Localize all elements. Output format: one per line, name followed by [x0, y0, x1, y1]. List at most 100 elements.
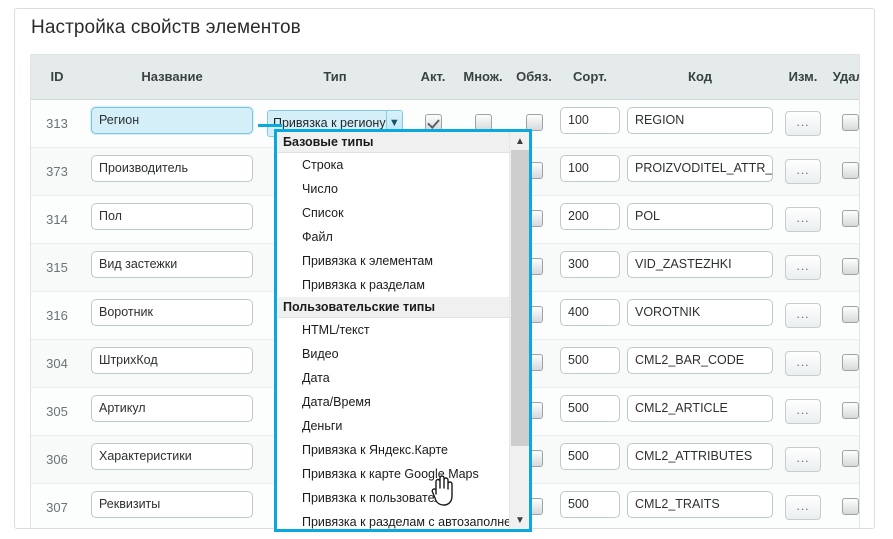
edit-button[interactable]: ... — [785, 446, 821, 472]
screenshot-root: Настройка свойств элементов ID Название … — [0, 0, 893, 539]
column-header-active: Акт. — [409, 55, 457, 100]
code-input[interactable]: CML2_ATTRIBUTES — [627, 443, 773, 470]
dropdown-option[interactable]: Файл — [277, 225, 509, 249]
code-input[interactable]: VID_ZASTEZHKI — [627, 251, 773, 278]
row-id-cell: 305 — [31, 387, 83, 436]
scrollbar-up-arrow-icon[interactable]: ▲ — [510, 132, 529, 150]
scrollbar-thumb[interactable] — [511, 150, 529, 446]
delete-checkbox[interactable] — [841, 306, 859, 324]
column-header-required: Обяз. — [509, 55, 559, 100]
edit-button[interactable]: ... — [785, 494, 821, 520]
delete-checkbox[interactable] — [841, 258, 859, 276]
dropdown-option[interactable]: Привязка к карте Google Maps — [277, 462, 509, 486]
edit-button[interactable]: ... — [785, 206, 821, 232]
delete-checkbox[interactable] — [841, 354, 859, 372]
code-input[interactable]: REGION — [627, 107, 773, 134]
code-input[interactable]: POL — [627, 203, 773, 230]
edit-button[interactable]: ... — [785, 158, 821, 184]
row-delete-cell — [827, 291, 859, 340]
sort-input[interactable]: 100 — [560, 107, 620, 134]
name-input[interactable]: Характеристики — [91, 443, 253, 470]
dropdown-option[interactable]: HTML/текст — [277, 318, 509, 342]
code-input[interactable]: CML2_BAR_CODE — [627, 347, 773, 374]
row-edit-cell: ... — [779, 435, 827, 484]
dropdown-option[interactable]: Привязка к разделам с автозаполнением — [277, 510, 529, 529]
sort-input[interactable]: 500 — [560, 347, 620, 374]
row-delete-cell — [827, 243, 859, 292]
column-header-multiple: Множ. — [457, 55, 509, 100]
dropdown-option[interactable]: Привязка к пользователю — [277, 486, 509, 510]
name-input[interactable]: Вид застежки — [91, 251, 253, 278]
sort-input[interactable]: 400 — [560, 299, 620, 326]
name-input[interactable]: Пол — [91, 203, 253, 230]
row-name-cell: Реквизиты — [83, 483, 261, 528]
delete-checkbox[interactable] — [841, 114, 859, 132]
sort-input[interactable]: 500 — [560, 491, 620, 518]
name-input[interactable]: Производитель — [91, 155, 253, 182]
row-delete-cell — [827, 339, 859, 388]
code-input[interactable]: CML2_ARTICLE — [627, 395, 773, 422]
row-sort-cell: 500 — [559, 339, 621, 388]
sort-input[interactable]: 100 — [560, 155, 620, 182]
column-header-type: Тип — [261, 55, 409, 100]
page-title: Настройка свойств элементов — [31, 17, 301, 38]
scrollbar-down-arrow-icon[interactable]: ▼ — [510, 511, 529, 529]
dropdown-option[interactable]: Видео — [277, 342, 509, 366]
row-code-cell: REGION — [621, 99, 779, 148]
dropdown-scrollbar[interactable]: ▲ ▼ — [509, 132, 529, 529]
row-delete-cell — [827, 387, 859, 436]
sort-input[interactable]: 300 — [560, 251, 620, 278]
dropdown-option[interactable]: Дата/Время — [277, 390, 509, 414]
column-header-delete: Удал. — [827, 55, 859, 100]
row-name-cell: Производитель — [83, 147, 261, 196]
dropdown-option[interactable]: Список — [277, 201, 509, 225]
sort-input[interactable]: 500 — [560, 443, 620, 470]
row-edit-cell: ... — [779, 291, 827, 340]
row-sort-cell: 500 — [559, 483, 621, 528]
edit-button[interactable]: ... — [785, 302, 821, 328]
column-header-code: Код — [621, 55, 779, 100]
dropdown-option[interactable]: Привязка к Яндекс.Карте — [277, 438, 509, 462]
name-input[interactable]: Воротник — [91, 299, 253, 326]
row-edit-cell: ... — [779, 99, 827, 148]
row-sort-cell: 100 — [559, 147, 621, 196]
delete-checkbox[interactable] — [841, 402, 859, 420]
name-input[interactable]: Регион — [91, 107, 253, 134]
row-delete-cell — [827, 147, 859, 196]
dropdown-option[interactable]: Дата — [277, 366, 509, 390]
row-sort-cell: 400 — [559, 291, 621, 340]
dropdown-option[interactable]: Строка — [277, 153, 509, 177]
row-name-cell: Артикул — [83, 387, 261, 436]
row-id-cell: 306 — [31, 435, 83, 484]
row-edit-cell: ... — [779, 147, 827, 196]
name-input[interactable]: Артикул — [91, 395, 253, 422]
row-sort-cell: 500 — [559, 435, 621, 484]
delete-checkbox[interactable] — [841, 162, 859, 180]
delete-checkbox[interactable] — [841, 498, 859, 516]
name-input[interactable]: Реквизиты — [91, 491, 253, 518]
code-input[interactable]: CML2_TRAITS — [627, 491, 773, 518]
delete-checkbox[interactable] — [841, 450, 859, 468]
dropdown-option[interactable]: Число — [277, 177, 509, 201]
edit-button[interactable]: ... — [785, 350, 821, 376]
row-name-cell: ШтрихКод — [83, 339, 261, 388]
edit-button[interactable]: ... — [785, 254, 821, 280]
edit-button[interactable]: ... — [785, 398, 821, 424]
row-code-cell: CML2_TRAITS — [621, 483, 779, 528]
dropdown-option[interactable]: Деньги — [277, 414, 509, 438]
delete-checkbox[interactable] — [841, 210, 859, 228]
code-input[interactable]: PROIZVODITEL_ATTR_E — [627, 155, 773, 182]
edit-button[interactable]: ... — [785, 110, 821, 136]
type-dropdown-list[interactable]: Базовые типы Строка Число Список Файл Привязк… — [277, 132, 529, 529]
code-input[interactable]: VOROTNIK — [627, 299, 773, 326]
dropdown-option[interactable]: Привязка к элементам — [277, 249, 509, 273]
name-input[interactable]: ШтрихКод — [91, 347, 253, 374]
dropdown-option[interactable]: Привязка к разделам — [277, 273, 509, 297]
row-code-cell: POL — [621, 195, 779, 244]
type-dropdown-popup[interactable]: Базовые типы Строка Число Список Файл Привязк… — [274, 129, 532, 532]
sort-input[interactable]: 500 — [560, 395, 620, 422]
row-edit-cell: ... — [779, 243, 827, 292]
row-id-cell: 313 — [31, 99, 83, 148]
row-delete-cell — [827, 435, 859, 484]
sort-input[interactable]: 200 — [560, 203, 620, 230]
